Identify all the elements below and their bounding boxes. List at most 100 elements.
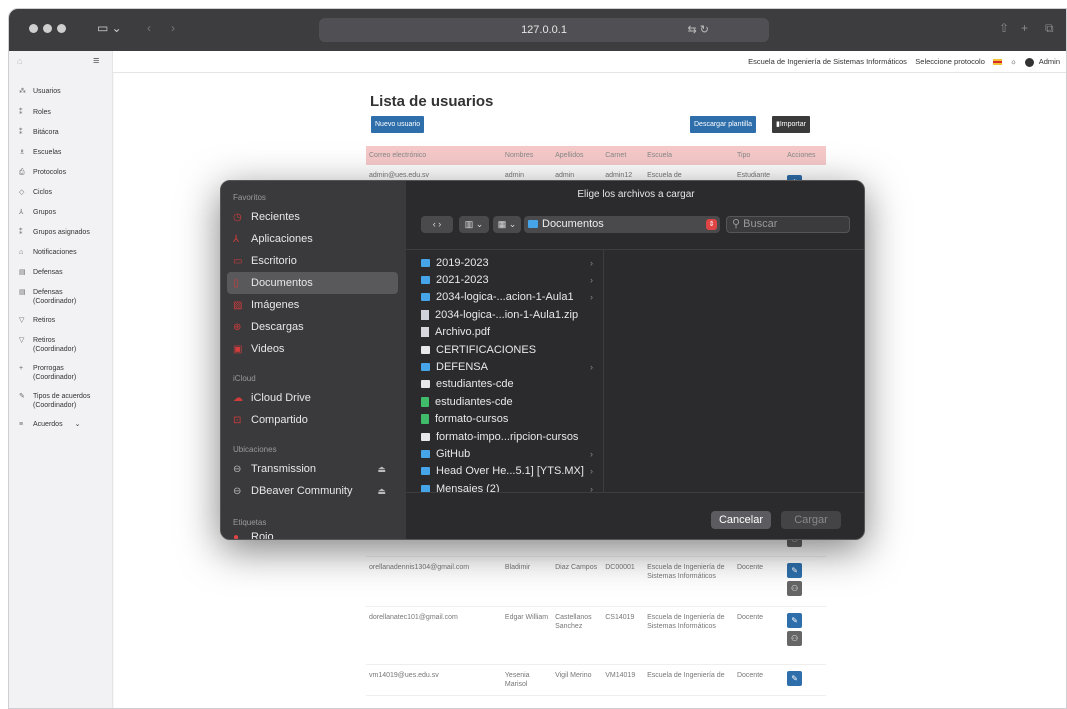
file-name: estudiantes-cde xyxy=(435,395,513,408)
sidebar-item-tipos-acuerdos[interactable]: ✎ Tipos de acuerdos (Coordinador) xyxy=(9,392,112,420)
sidebar-item-transmission[interactable]: ⊖ Transmission ⏏ xyxy=(221,458,406,480)
language-flag-icon[interactable] xyxy=(993,59,1002,66)
sidebar-item-defensas-coordinador[interactable]: ▤ Defensas (Coordinador) xyxy=(9,288,112,316)
edit-icon[interactable]: ✎ xyxy=(787,613,803,628)
sidebar-item-grupos-asignados[interactable]: ⁑ Grupos asignados xyxy=(9,228,112,248)
download-template-button[interactable]: Descargar plantilla xyxy=(690,116,756,133)
list-item[interactable]: DEFENSA › xyxy=(406,358,603,375)
location-dropdown[interactable]: Documentos ⇕ xyxy=(524,216,720,233)
sidebar-item-documentos[interactable]: ▯ Documentos xyxy=(227,272,398,294)
sidebar-toggle-icon[interactable]: ▭ ⌄ xyxy=(97,21,122,35)
list-item[interactable]: 2034-logica-...ion-1-Aula1.zip xyxy=(406,306,603,323)
view-columns-icon[interactable]: ▥ ⌄ xyxy=(459,216,489,233)
folder-icon xyxy=(421,258,430,267)
sidebar-item-escritorio[interactable]: ▭ Escritorio xyxy=(221,250,406,272)
user-name[interactable]: Admin xyxy=(1039,57,1060,66)
minimize-window-button[interactable] xyxy=(43,24,52,33)
file-name: formato-cursos xyxy=(435,413,509,426)
sidebar-item-descargas[interactable]: ⊕ Descargas xyxy=(221,316,406,338)
apps-icon: ⅄ xyxy=(233,233,240,245)
list-item[interactable]: estudiantes-cde xyxy=(406,393,603,410)
list-item[interactable]: CERTIFICACIONES xyxy=(406,341,603,358)
sidebar-item-icloud-drive[interactable]: ☁ iCloud Drive xyxy=(221,387,406,409)
red-tag-icon: ● xyxy=(233,531,240,540)
list-item[interactable]: 2034-logica-...acion-1-Aula1 › xyxy=(406,289,603,306)
file-name: 2034-logica-...ion-1-Aula1.zip xyxy=(435,308,579,321)
sidebar-item-label: Imágenes xyxy=(251,299,300,311)
sidebar-item-label: Prorrogas (Coordinador) xyxy=(33,365,77,381)
address-bar[interactable]: 127.0.0.1 ⇆ ↻ xyxy=(319,18,769,42)
list-item[interactable]: 2021-2023 › xyxy=(406,271,603,288)
sidebar-item-retiros[interactable]: ▽ Retiros xyxy=(9,316,112,336)
share-icon[interactable]: ⇧ xyxy=(999,21,1009,35)
sidebar-item-recientes[interactable]: ◷ Recientes xyxy=(221,206,406,228)
table-row: dorellanatec101@gmail.com Edgar William … xyxy=(366,606,826,665)
chevron-right-icon: › xyxy=(590,292,593,303)
agreement-types-icon: ✎ xyxy=(19,393,25,400)
load-button[interactable]: Cargar xyxy=(781,511,841,529)
list-item[interactable]: Mensajes (2) › xyxy=(406,480,603,492)
theme-icon[interactable]: ☼ xyxy=(1010,57,1017,66)
sidebar-item-tag-red[interactable]: ● Rojo xyxy=(221,531,406,540)
cancel-button[interactable]: Cancelar xyxy=(711,511,771,529)
sidebar-item-bitacora[interactable]: ⁑ Bitácora xyxy=(9,128,112,148)
eject-icon[interactable]: ⏏ xyxy=(377,464,386,475)
sidebar-item-usuarios[interactable]: ⁂ Usuarios xyxy=(9,87,112,108)
eject-icon[interactable]: ⏏ xyxy=(377,486,386,497)
file-name: 2021-2023 xyxy=(436,274,489,287)
folder-icon xyxy=(421,363,430,372)
hamburger-icon[interactable]: ≡ xyxy=(93,55,99,67)
sidebar-item-dbeaver[interactable]: ⊖ DBeaver Community ⏏ xyxy=(221,480,406,502)
tabs-icon[interactable]: ⧉ xyxy=(1045,21,1054,36)
document-icon: ▯ xyxy=(233,277,239,289)
list-item[interactable]: Archivo.pdf xyxy=(406,324,603,341)
file-name: GitHub xyxy=(436,447,471,460)
assign-user-icon[interactable]: ⚇ xyxy=(787,631,803,646)
list-item[interactable]: GitHub › xyxy=(406,445,603,462)
sidebar-item-grupos[interactable]: ⅄ Grupos xyxy=(9,208,112,228)
import-button[interactable]: ▮Importar xyxy=(772,116,810,133)
assign-user-icon[interactable]: ⚇ xyxy=(787,581,803,596)
grid-view-icon[interactable]: ▦ ⌄ xyxy=(493,216,521,233)
list-item[interactable]: estudiantes-cde xyxy=(406,376,603,393)
list-item[interactable]: formato-impo...ripcion-cursos xyxy=(406,428,603,445)
cell-email: vm14019@ues.edu.sv xyxy=(366,664,502,696)
edit-icon[interactable]: ✎ xyxy=(787,563,803,578)
sidebar-item-notificaciones[interactable]: ⌂ Notificaciones xyxy=(9,248,112,268)
forward-icon[interactable]: › xyxy=(171,21,175,35)
sidebar-item-protocolos[interactable]: ⎙ Protocolos xyxy=(9,168,112,188)
sidebar-item-videos[interactable]: ▣ Videos xyxy=(221,338,406,360)
avatar[interactable] xyxy=(1025,57,1035,67)
import-label: Importar xyxy=(779,121,806,128)
protocol-select[interactable]: Seleccione protocolo xyxy=(915,57,985,66)
sidebar-item-imagenes[interactable]: ▨ Imágenes xyxy=(221,294,406,316)
edit-icon[interactable]: ✎ xyxy=(787,671,803,686)
sidebar-item-roles[interactable]: ⁑ Roles xyxy=(9,108,112,128)
sidebar-item-acuerdos[interactable]: ≡ Acuerdos ⌄ xyxy=(9,420,112,440)
close-window-button[interactable] xyxy=(29,24,38,33)
new-user-button[interactable]: Nuevo usuario xyxy=(371,116,425,133)
sidebar-item-compartido[interactable]: ⊡ Compartido xyxy=(221,409,406,431)
sidebar-item-label: Escritorio xyxy=(251,255,297,267)
zoom-window-button[interactable] xyxy=(57,24,66,33)
cell-email: dorellanatec101@gmail.com xyxy=(366,606,502,665)
sidebar-item-ciclos[interactable]: ◇ Ciclos xyxy=(9,188,112,208)
list-item[interactable]: 2019-2023 › xyxy=(406,254,603,271)
browser-titlebar: ▭ ⌄ ‹ › 127.0.0.1 ⇆ ↻ ⇧ + ⧉ xyxy=(9,9,1066,51)
sidebar-item-prorrogas[interactable]: + Prorrogas (Coordinador) xyxy=(9,364,112,392)
chevron-right-icon: › xyxy=(590,362,593,373)
back-forward-icon[interactable]: ‹ › xyxy=(421,216,453,233)
sidebar-item-aplicaciones[interactable]: ⅄ Aplicaciones xyxy=(221,228,406,250)
search-input[interactable]: ⚲ Buscar xyxy=(726,216,850,233)
sidebar-item-escuelas[interactable]: ♗ Escuelas xyxy=(9,148,112,168)
location-label: Documentos xyxy=(542,218,604,230)
sidebar-item-retiros-coordinador[interactable]: ▽ Retiros (Coordinador) xyxy=(9,336,112,364)
new-tab-icon[interactable]: + xyxy=(1021,21,1028,35)
back-icon[interactable]: ‹ xyxy=(147,21,151,35)
list-item[interactable]: Head Over He...5.1] [YTS.MX] › xyxy=(406,463,603,480)
cell-names: Bladimir xyxy=(501,556,553,607)
list-item[interactable]: formato-cursos xyxy=(406,411,603,428)
sidebar-item-defensas[interactable]: ▤ Defensas xyxy=(9,268,112,288)
file-name: DEFENSA xyxy=(436,361,488,374)
translate-icon[interactable]: ⇆ ↻ xyxy=(688,18,710,42)
